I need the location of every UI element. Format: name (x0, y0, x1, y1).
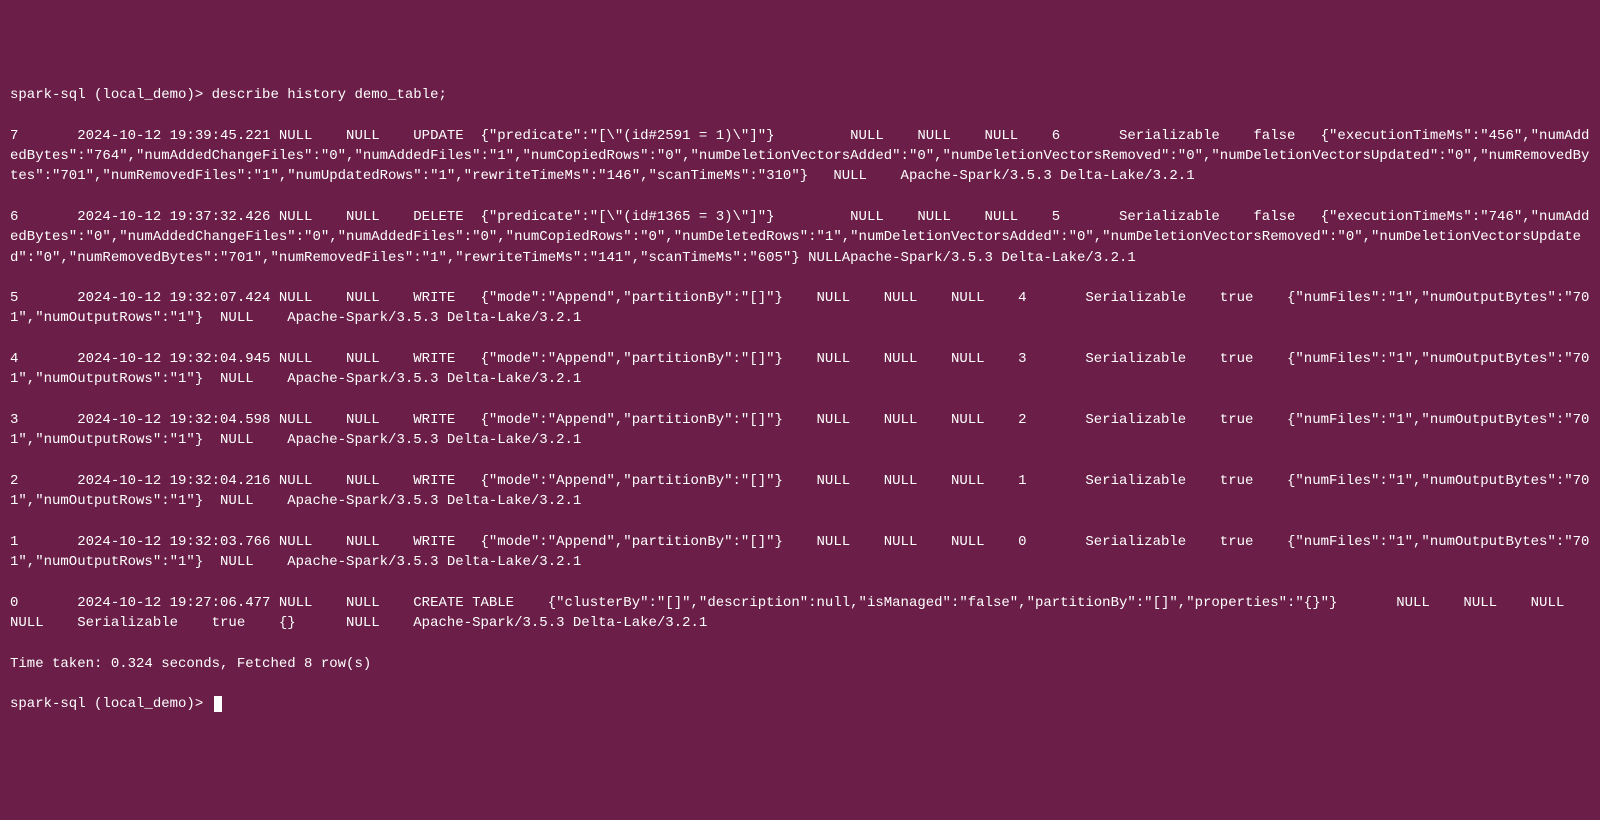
output-row: 6 2024-10-12 19:37:32.426 NULL NULL DELE… (10, 207, 1590, 268)
prompt-text: spark-sql (local_demo)> (10, 694, 212, 714)
output-row: 7 2024-10-12 19:39:45.221 NULL NULL UPDA… (10, 126, 1590, 187)
output-row: 3 2024-10-12 19:32:04.598 NULL NULL WRIT… (10, 410, 1590, 451)
prompt-line-ready[interactable]: spark-sql (local_demo)> (10, 694, 1590, 714)
output-row: 1 2024-10-12 19:32:03.766 NULL NULL WRIT… (10, 532, 1590, 573)
prompt-line-command[interactable]: spark-sql (local_demo)> describe history… (10, 85, 1590, 105)
output-row: 5 2024-10-12 19:32:07.424 NULL NULL WRIT… (10, 288, 1590, 329)
output-row: 2 2024-10-12 19:32:04.216 NULL NULL WRIT… (10, 471, 1590, 512)
cursor-icon (214, 696, 222, 712)
output-row: 0 2024-10-12 19:27:06.477 NULL NULL CREA… (10, 593, 1590, 634)
output-row: 4 2024-10-12 19:32:04.945 NULL NULL WRIT… (10, 349, 1590, 390)
time-taken: Time taken: 0.324 seconds, Fetched 8 row… (10, 654, 1590, 674)
